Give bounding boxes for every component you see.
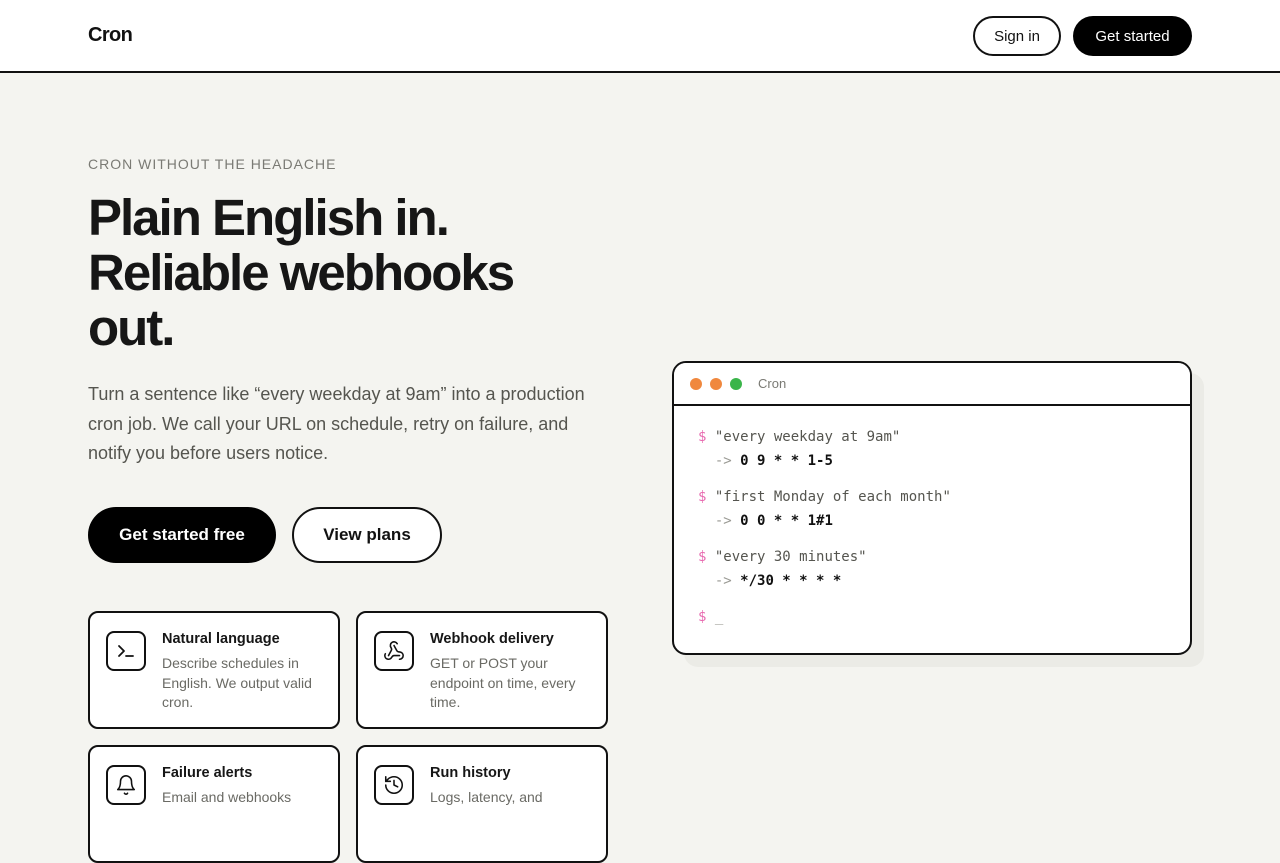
feature-card-webhook-delivery: Webhook delivery GET or POST your endpoi… [356,611,608,729]
terminal-output-line: -> */30 * * * * [698,573,841,589]
output-arrow: -> [714,453,732,469]
prompt-symbol: $ [698,489,707,505]
cron-expression: 0 9 * * 1-5 [740,453,833,469]
terminal-input-line: $ "first Monday of each month" [698,489,951,505]
feature-card-run-history: Run history Logs, latency, and [356,745,608,863]
terminal-input: "every weekday at 9am" [714,429,901,445]
hero-eyebrow: CRON WITHOUT THE HEADACHE [88,156,337,172]
webhook-icon [374,631,414,671]
output-arrow: -> [714,513,732,529]
feature-title: Run history [430,765,511,781]
terminal-input: "every 30 minutes" [714,549,867,565]
terminal-titlebar: Cron [674,363,1190,406]
feature-card-failure-alerts: Failure alerts Email and webhooks [88,745,340,863]
feature-description: Logs, latency, and [430,789,543,805]
feature-title: Natural language [162,631,280,647]
cron-expression: */30 * * * * [740,573,842,589]
terminal-output-line: -> 0 0 * * 1#1 [698,513,833,529]
hero-subtext: Turn a sentence like “every weekday at 9… [88,384,585,463]
history-icon [374,765,414,805]
headline-line: Plain English in. [88,189,450,246]
cursor: _ [714,609,724,625]
get-started-free-button[interactable]: Get started free [88,507,276,563]
headline-line: Reliable webhooks [88,244,515,301]
prompt-symbol: $ [698,549,707,565]
sign-in-button[interactable]: Sign in [973,16,1061,56]
window-dot-icon [690,378,702,390]
window-dot-icon [710,378,722,390]
terminal-input: "first Monday of each month" [714,489,951,505]
view-plans-button[interactable]: View plans [292,507,442,563]
terminal-cursor-line[interactable]: $ _ [698,609,723,625]
terminal-output-line: -> 0 9 * * 1-5 [698,453,833,469]
terminal-input-line: $ "every 30 minutes" [698,549,867,565]
feature-title: Failure alerts [162,765,253,781]
get-started-button[interactable]: Get started [1073,16,1192,56]
terminal-window: Cron $ "every weekday at 9am" -> 0 9 * *… [672,361,1192,655]
bell-icon [106,765,146,805]
logo[interactable]: Cron [88,24,133,47]
output-arrow: -> [714,573,732,589]
prompt-symbol: $ [698,429,707,445]
feature-card-natural-language: Natural language Describe schedules in E… [88,611,340,729]
cron-expression: 0 0 * * 1#1 [740,513,833,529]
feature-title: Webhook delivery [430,631,554,647]
feature-description: Email and webhooks [162,789,292,805]
hero-headline: Plain English in. Reliable webhooks out. [88,190,608,355]
terminal-input-line: $ "every weekday at 9am" [698,429,900,445]
headline-line: out. [88,299,175,356]
terminal-icon [106,631,146,671]
feature-description: GET or POST your endpoint on time, every… [430,655,576,710]
feature-description: Describe schedules in English. We output… [162,655,312,710]
site-header: Cron Sign in Get started [0,0,1280,73]
prompt-symbol: $ [698,609,707,625]
window-dot-icon [730,378,742,390]
terminal-title: Cron [758,376,787,391]
